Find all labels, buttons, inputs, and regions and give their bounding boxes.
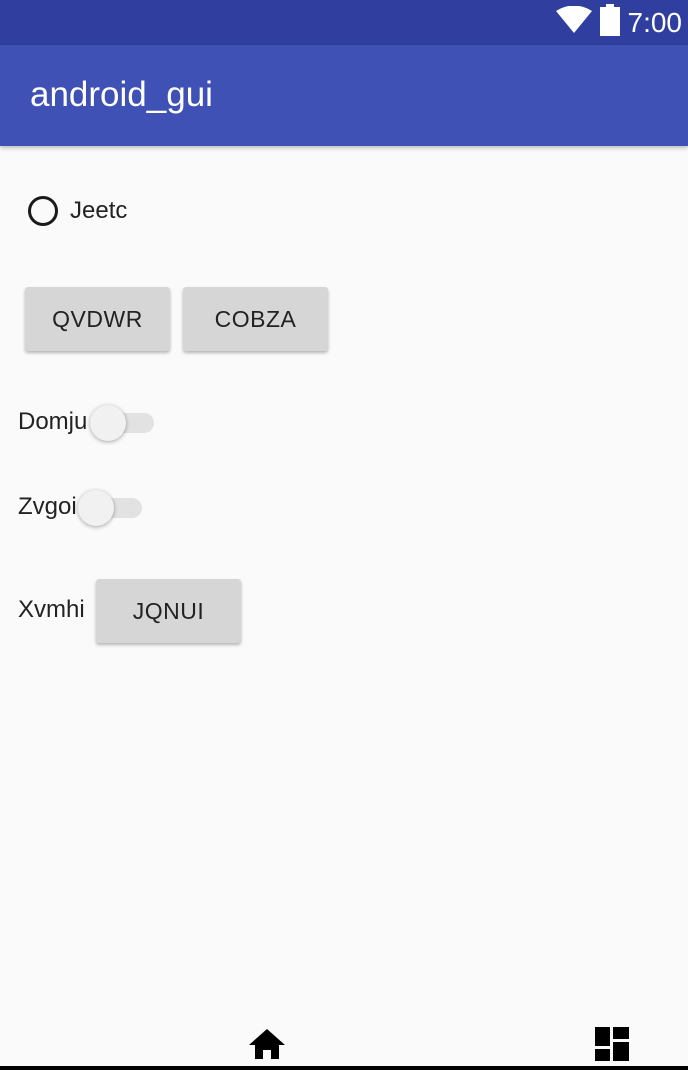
zvgoi-label: Zvgoi (18, 493, 77, 520)
cobza-button[interactable]: COBZA (183, 287, 328, 351)
wifi-icon (555, 5, 592, 39)
home-icon[interactable] (249, 1028, 285, 1065)
zvgoi-switch[interactable] (78, 489, 144, 526)
status-bar: 7:00 (0, 0, 688, 45)
radio-circle-icon[interactable] (28, 196, 58, 226)
switch-thumb[interactable] (90, 405, 126, 441)
switch-thumb[interactable] (78, 490, 114, 526)
app-bar: android_gui (0, 45, 688, 146)
app-title: android_gui (30, 75, 213, 114)
navigation-bar-edge (0, 1066, 688, 1070)
status-icons: 7:00 (555, 0, 683, 45)
radio-label: Jeetc (70, 197, 128, 224)
xvmhi-label: Xvmhi (18, 596, 85, 623)
domju-label: Domju (18, 408, 88, 435)
radio-jeetc[interactable]: Jeetc (28, 192, 127, 230)
dashboard-icon[interactable] (595, 1027, 629, 1066)
qvdwr-button[interactable]: QVDWR (25, 287, 170, 351)
battery-icon (599, 4, 620, 41)
jqnui-button[interactable]: JQNUI (96, 579, 241, 643)
domju-switch[interactable] (90, 404, 156, 441)
status-time: 7:00 (627, 6, 683, 38)
